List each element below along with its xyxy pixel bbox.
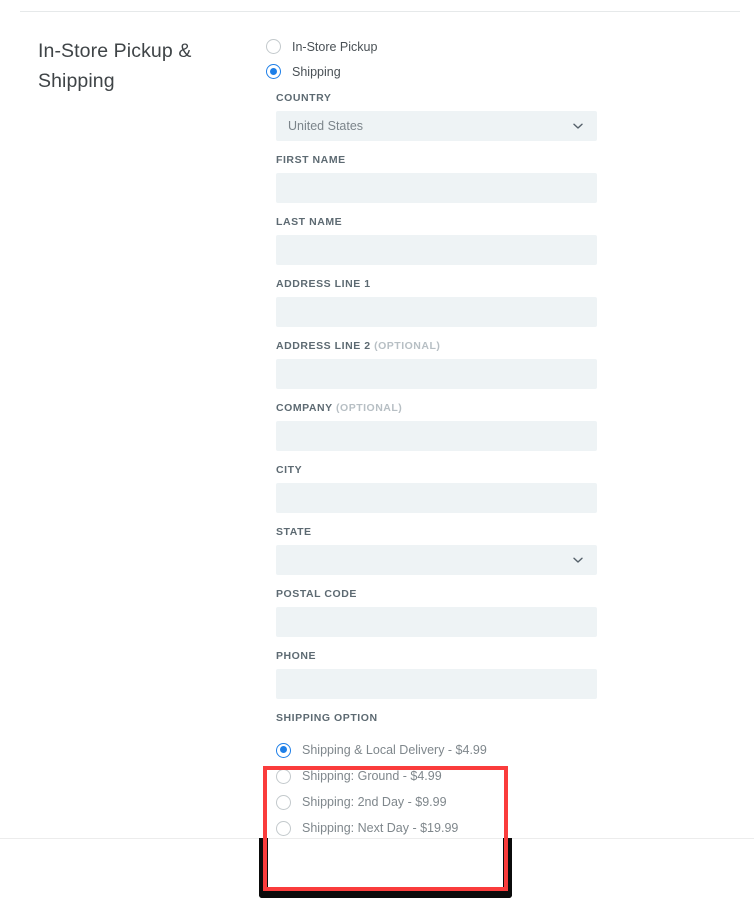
state-select[interactable] — [276, 545, 597, 575]
optional-tag: (OPTIONAL) — [336, 402, 403, 414]
address-line-2-input[interactable] — [276, 359, 597, 389]
field-label: POSTAL CODE — [276, 588, 357, 600]
delivery-option-label: Shipping — [292, 64, 341, 79]
radio-shipping-local-delivery-icon[interactable] — [276, 742, 291, 758]
checkout-shipping-page: In-Store Pickup & Shipping In-Store Pick… — [0, 0, 754, 904]
delivery-method-radio-group: In-Store Pickup Shipping — [266, 34, 606, 84]
field-state: STATE — [276, 526, 606, 575]
field-label: CITY — [276, 464, 303, 476]
shipping-option-local-delivery[interactable]: Shipping & Local Delivery - $4.99 — [276, 737, 606, 763]
field-postal-code: POSTAL CODE — [276, 588, 606, 637]
city-input[interactable] — [276, 483, 597, 513]
delivery-option-in-store-pickup[interactable]: In-Store Pickup — [266, 34, 606, 59]
field-last-name: LAST NAME — [276, 216, 606, 265]
field-company: COMPANY (OPTIONAL) — [276, 402, 606, 451]
field-phone: PHONE — [276, 650, 606, 699]
chevron-down-icon — [573, 555, 583, 565]
page-title: In-Store Pickup & Shipping — [38, 40, 192, 92]
address-line-1-input[interactable] — [276, 297, 597, 327]
annotation-highlight-box — [263, 766, 508, 891]
optional-tag: (OPTIONAL) — [374, 340, 441, 352]
field-city: CITY — [276, 464, 606, 513]
field-label: LAST NAME — [276, 216, 343, 228]
field-address-line-2: ADDRESS LINE 2 (OPTIONAL) — [276, 340, 606, 389]
delivery-option-shipping[interactable]: Shipping — [266, 59, 606, 84]
top-divider — [20, 11, 740, 12]
postal-code-input[interactable] — [276, 607, 597, 637]
last-name-input[interactable] — [276, 235, 597, 265]
shipping-form: In-Store Pickup Shipping COUNTRY United … — [266, 34, 606, 841]
company-input[interactable] — [276, 421, 597, 451]
field-label: PHONE — [276, 650, 317, 662]
field-address-line-1: ADDRESS LINE 1 — [276, 278, 606, 327]
field-label: FIRST NAME — [276, 154, 346, 166]
radio-shipping-icon[interactable] — [266, 64, 281, 79]
field-label: STATE — [276, 526, 312, 538]
field-label: COMPANY (OPTIONAL) — [276, 402, 403, 414]
shipping-option-label: SHIPPING OPTION — [276, 712, 378, 724]
radio-in-store-pickup-icon[interactable] — [266, 39, 281, 54]
country-select-value: United States — [288, 119, 364, 133]
shipping-option-text: Shipping & Local Delivery - $4.99 — [302, 743, 487, 757]
field-shipping-option: SHIPPING OPTION — [276, 712, 606, 724]
phone-input[interactable] — [276, 669, 597, 699]
address-fields: COUNTRY United States FIRST NAME LAST NA… — [266, 92, 606, 724]
field-first-name: FIRST NAME — [276, 154, 606, 203]
chevron-down-icon — [573, 121, 583, 131]
field-country: COUNTRY United States — [276, 92, 606, 141]
delivery-option-label: In-Store Pickup — [292, 39, 378, 54]
field-label: ADDRESS LINE 2 (OPTIONAL) — [276, 340, 441, 352]
field-label: COUNTRY — [276, 92, 332, 104]
field-label: ADDRESS LINE 1 — [276, 278, 371, 290]
first-name-input[interactable] — [276, 173, 597, 203]
country-select[interactable]: United States — [276, 111, 597, 141]
